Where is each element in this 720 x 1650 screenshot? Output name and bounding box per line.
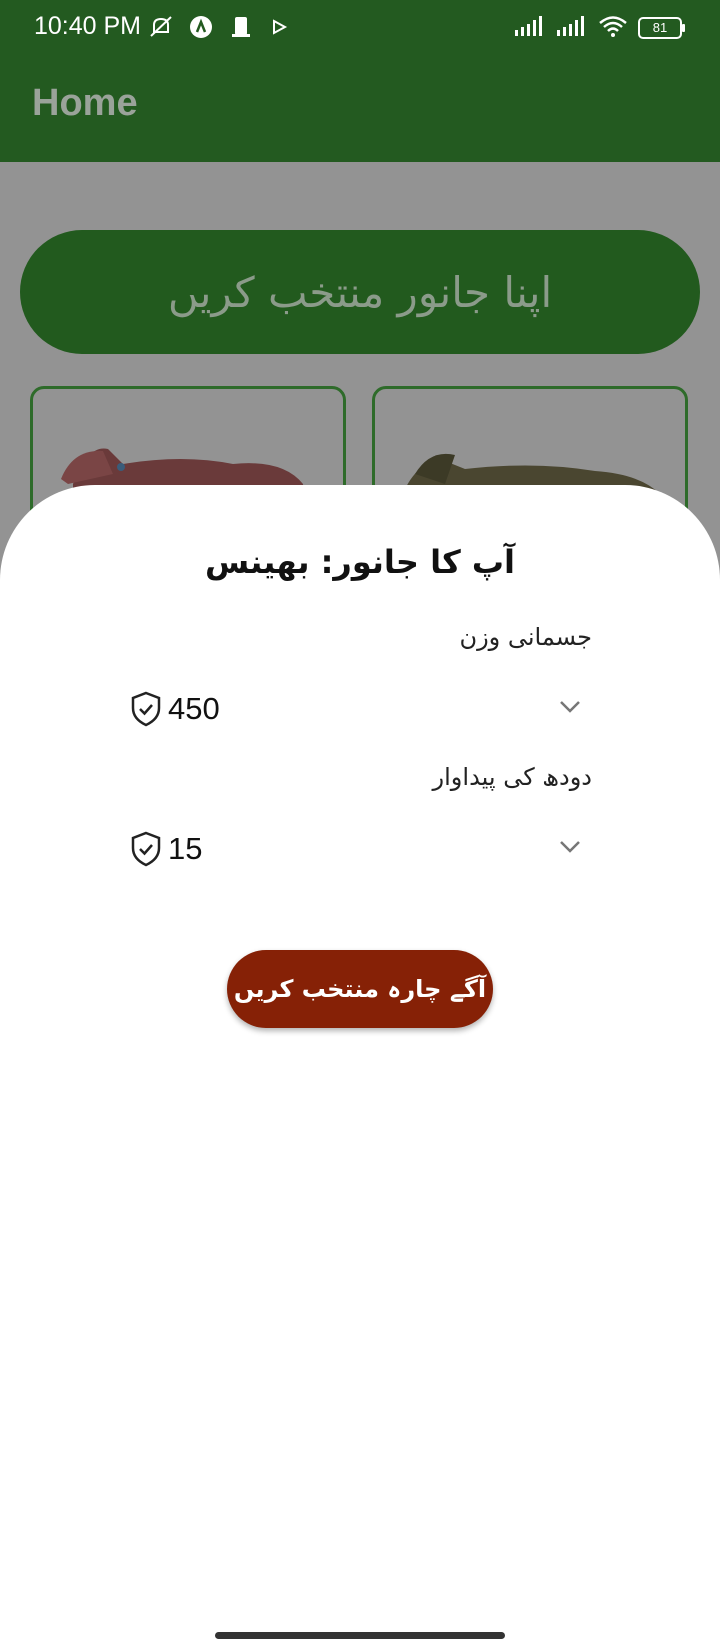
body-weight-value: 450 (168, 691, 220, 726)
sheet-title: آپ کا جانور: بھینس (204, 543, 516, 581)
milk-production-dropdown[interactable]: 15 (130, 825, 590, 875)
shield-check-icon (130, 831, 162, 871)
chevron-down-icon (558, 699, 582, 719)
app-bar: Home (0, 54, 720, 162)
bottom-sheet: آپ کا جانور: بھینس جسمانی وزن 450 دودھ ک… (0, 485, 720, 1650)
page-title: Home (32, 82, 138, 124)
sim-icon (228, 14, 254, 44)
signal-icon (556, 15, 588, 41)
milk-production-label: دودھ کی پیداوار (432, 763, 592, 791)
status-icons-right: 81 (514, 14, 685, 42)
select-animal-banner: اپنا جانور منتخب کریں (20, 230, 700, 354)
home-indicator[interactable] (215, 1632, 505, 1639)
alpha-icon (188, 14, 214, 44)
milk-production-value: 15 (168, 831, 203, 866)
chevron-down-icon (558, 839, 582, 859)
signal-icon (514, 15, 546, 41)
battery-icon: 81 (638, 17, 685, 39)
status-time: 10:40 PM (34, 12, 142, 40)
play-icon (268, 14, 290, 44)
shield-check-icon (130, 691, 162, 731)
body-weight-dropdown[interactable]: 450 (130, 685, 590, 735)
status-bar: 10:40 PM 81 (0, 0, 720, 54)
wifi-icon (598, 14, 628, 42)
next-select-fodder-button[interactable]: آگے چارہ منتخب کریں (227, 950, 493, 1028)
mute-icon (148, 14, 174, 44)
status-icons-left (148, 14, 290, 44)
body-weight-label: جسمانی وزن (459, 623, 592, 651)
